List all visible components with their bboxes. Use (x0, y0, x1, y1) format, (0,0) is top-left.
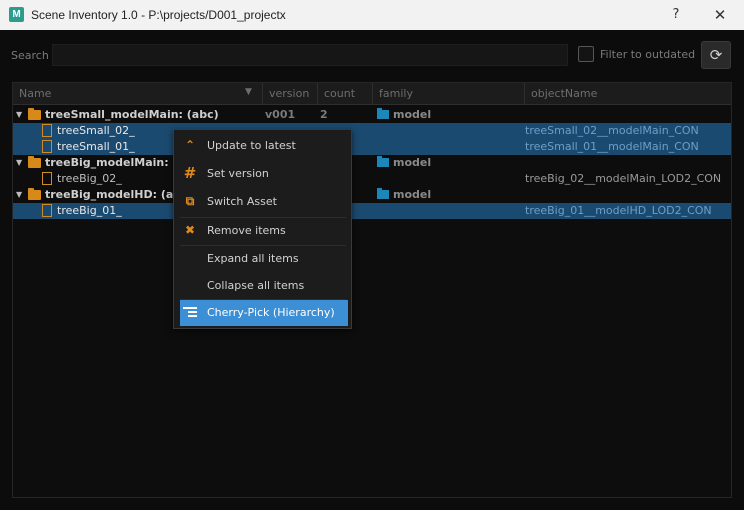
item-name: treeBig_01_ (57, 204, 122, 217)
menu-item-set-version[interactable]: # Set version (180, 161, 348, 187)
menu-item-update-to-latest[interactable]: ⌃ Update to latest (180, 133, 348, 159)
menu-item-expand-all[interactable]: Expand all items (180, 246, 348, 272)
hashtag-icon: # (183, 164, 197, 182)
family-value: model (393, 188, 432, 201)
count-value: 2 (320, 108, 328, 121)
collapse-arrow-icon[interactable]: ▼ (16, 158, 22, 167)
file-icon (42, 172, 52, 185)
tree-group-row[interactable]: ▼ treeSmall_modelMain: (abc) v001 2 mode… (13, 107, 731, 123)
help-button[interactable]: ? (664, 4, 688, 26)
column-header-count[interactable]: count (318, 83, 373, 105)
list-indent-icon (183, 307, 197, 318)
object-name: treeBig_01__modelHD_LOD2_CON (525, 204, 712, 217)
refresh-icon: ⟳ (709, 46, 723, 64)
search-input[interactable] (52, 44, 568, 66)
item-name: treeSmall_01_ (57, 140, 135, 153)
sort-down-icon: ▼ (245, 87, 252, 97)
filter-outdated-label[interactable]: Filter to outdated (600, 48, 695, 61)
menu-item-label: Set version (207, 167, 269, 180)
remove-icon: ✖ (184, 223, 196, 237)
tree-group-row[interactable]: ▼ treeBig_modelMain: (ab model (13, 155, 731, 171)
folder-icon (28, 108, 41, 120)
menu-item-label: Expand all items (207, 252, 299, 265)
version-value: v001 (265, 108, 296, 121)
menu-item-cherry-pick[interactable]: Cherry-Pick (Hierarchy) (180, 300, 348, 326)
close-button[interactable]: ✕ (708, 4, 732, 26)
group-name: treeSmall_modelMain: (abc) (45, 108, 219, 121)
column-header-objectname[interactable]: objectName (525, 83, 731, 105)
item-name: treeBig_02_ (57, 172, 122, 185)
family-folder-icon (377, 108, 389, 119)
title-bar: M Scene Inventory 1.0 - P:\projects/D001… (0, 0, 744, 30)
menu-item-remove-items[interactable]: ✖ Remove items (180, 218, 348, 244)
menu-item-label: Remove items (207, 224, 286, 237)
collapse-arrow-icon[interactable]: ▼ (16, 190, 22, 199)
column-header-version[interactable]: version (263, 83, 318, 105)
filter-outdated-checkbox[interactable] (578, 46, 594, 62)
menu-item-collapse-all[interactable]: Collapse all items (180, 273, 348, 299)
column-header-family[interactable]: family (373, 83, 525, 105)
tree-item-row[interactable]: treeSmall_02_ treeSmall_02__modelMain_CO… (13, 123, 731, 139)
column-header-name-label: Name (19, 87, 52, 100)
object-name: treeSmall_02__modelMain_CON (525, 124, 699, 137)
context-menu: ⌃ Update to latest # Set version ⧉ Switc… (173, 129, 352, 329)
folder-icon (28, 188, 41, 200)
tree-item-row[interactable]: treeSmall_01_ treeSmall_01__modelMain_CO… (13, 139, 731, 155)
family-folder-icon (377, 188, 389, 199)
group-name: treeBig_modelMain: (ab (45, 156, 193, 169)
object-name: treeSmall_01__modelMain_CON (525, 140, 699, 153)
tree-group-row[interactable]: ▼ treeBig_modelHD: (abc) model (13, 187, 731, 203)
inventory-tree[interactable]: Name ▼ version count family objectName ▼ … (12, 82, 732, 498)
menu-item-label: Collapse all items (207, 279, 305, 292)
family-value: model (393, 108, 432, 121)
angle-double-up-icon: ⌃ (184, 138, 196, 152)
refresh-button[interactable]: ⟳ (701, 41, 731, 69)
file-icon (42, 140, 52, 153)
window-title: Scene Inventory 1.0 - P:\projects/D001_p… (31, 8, 286, 22)
search-label: Search (11, 49, 49, 62)
column-header-name[interactable]: Name ▼ (13, 83, 263, 105)
menu-item-switch-asset[interactable]: ⧉ Switch Asset (180, 189, 348, 215)
object-name: treeBig_02__modelMain_LOD2_CON (525, 172, 722, 185)
file-icon (42, 124, 52, 137)
item-name: treeSmall_02_ (57, 124, 135, 137)
menu-item-label: Update to latest (207, 139, 296, 152)
menu-item-label: Switch Asset (207, 195, 277, 208)
tree-item-row[interactable]: treeBig_01_ treeBig_01__modelHD_LOD2_CON (13, 203, 731, 219)
file-icon (42, 204, 52, 217)
collapse-arrow-icon[interactable]: ▼ (16, 110, 22, 119)
folder-icon (28, 156, 41, 168)
sitemap-icon: ⧉ (185, 194, 195, 208)
menu-item-label: Cherry-Pick (Hierarchy) (207, 306, 335, 319)
family-value: model (393, 156, 432, 169)
tree-item-row[interactable]: treeBig_02_ treeBig_02__modelMain_LOD2_C… (13, 171, 731, 187)
family-folder-icon (377, 156, 389, 167)
app-icon: M (9, 7, 24, 22)
group-name: treeBig_modelHD: (abc) (45, 188, 193, 201)
